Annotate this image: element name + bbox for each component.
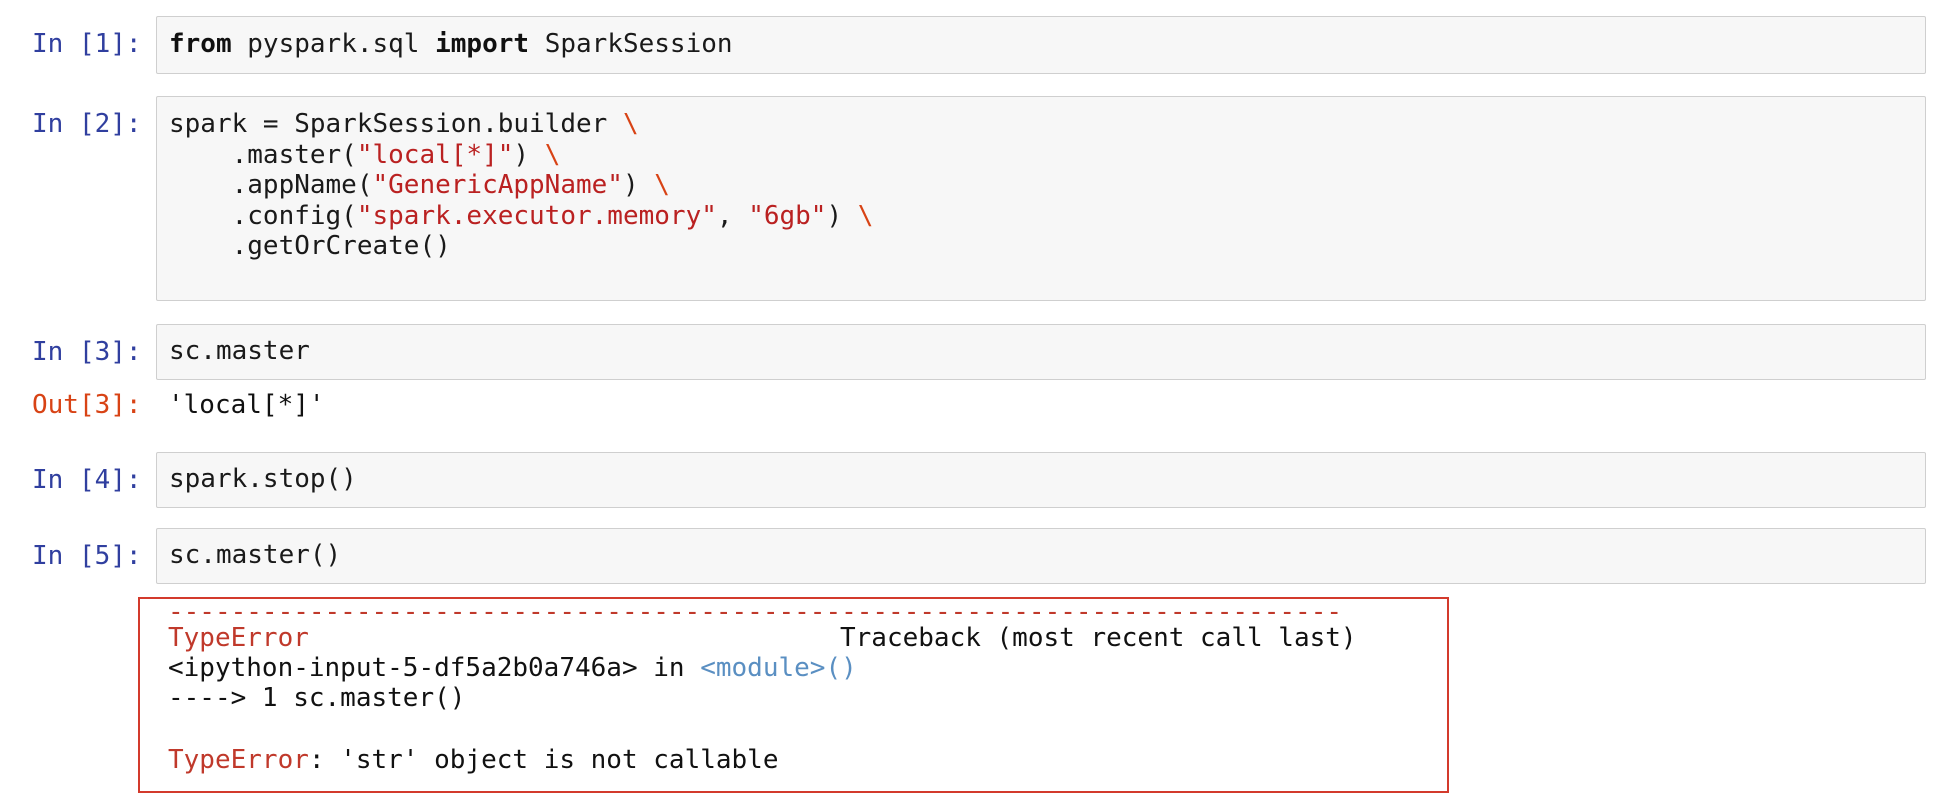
string-literal: "6gb" <box>748 200 827 231</box>
traceback-module: <module>() <box>700 653 857 683</box>
cell-5-input[interactable]: sc.master() <box>156 528 1926 584</box>
cell-2-prompt: In [2]: <box>32 109 142 139</box>
cell-2-code: spark = SparkSession.builder \ .master("… <box>169 109 873 262</box>
cell-3-prompt: In [3]: <box>32 337 142 367</box>
keyword-from: from <box>169 29 232 59</box>
output-3-value: 'local[*]' <box>168 390 325 420</box>
cell-4-code: spark.stop() <box>169 464 357 494</box>
code-line: .config("spark.executor.memory", "6gb") … <box>169 200 874 231</box>
traceback-error-name: TypeError <box>168 623 309 653</box>
line-continuation: \ <box>544 139 561 170</box>
string-literal: "GenericAppName" <box>372 170 623 200</box>
module-name: pyspark.sql <box>231 29 436 59</box>
traceback-final-error: TypeError: 'str' object is not callable <box>168 745 779 775</box>
output-3-prompt: Out[3]: <box>32 390 142 420</box>
line-continuation: \ <box>622 109 639 139</box>
cell-1-code: from pyspark.sql import SparkSession <box>169 29 733 60</box>
final-error-message: : 'str' object is not callable <box>308 745 779 775</box>
cell-4-prompt: In [4]: <box>32 465 142 495</box>
cell-1-input[interactable]: from pyspark.sql import SparkSession <box>156 16 1926 74</box>
traceback-arrow-line: ----> 1 sc.master() <box>168 683 466 713</box>
cell-4-input[interactable]: spark.stop() <box>156 452 1926 508</box>
code-line: .getOrCreate() <box>169 231 451 261</box>
final-error-name: TypeError <box>168 745 309 775</box>
code-line: .appName("GenericAppName") \ <box>169 170 670 200</box>
cell-2-input[interactable]: spark = SparkSession.builder \ .master("… <box>156 96 1926 301</box>
cell-3-input[interactable]: sc.master <box>156 324 1926 380</box>
string-literal: "spark.executor.memory" <box>356 200 717 231</box>
code-line: .master("local[*]") \ <box>169 139 561 170</box>
line-continuation: \ <box>857 200 874 231</box>
cell-5-prompt: In [5]: <box>32 541 142 571</box>
import-target: SparkSession <box>529 29 733 59</box>
keyword-import: import <box>435 29 530 59</box>
cell-3-code: sc.master <box>169 336 310 366</box>
code-line: spark = SparkSession.builder \ <box>169 109 639 139</box>
error-output: ----------------------------------------… <box>138 597 1449 793</box>
string-literal: "local[*]" <box>356 139 514 170</box>
line-continuation: \ <box>654 170 670 200</box>
traceback-location: <ipython-input-5-df5a2b0a746a> in <modul… <box>168 653 857 683</box>
cell-1-prompt: In [1]: <box>32 29 142 59</box>
cell-5-code: sc.master() <box>169 540 342 570</box>
traceback-header: Traceback (most recent call last) <box>840 623 1357 653</box>
